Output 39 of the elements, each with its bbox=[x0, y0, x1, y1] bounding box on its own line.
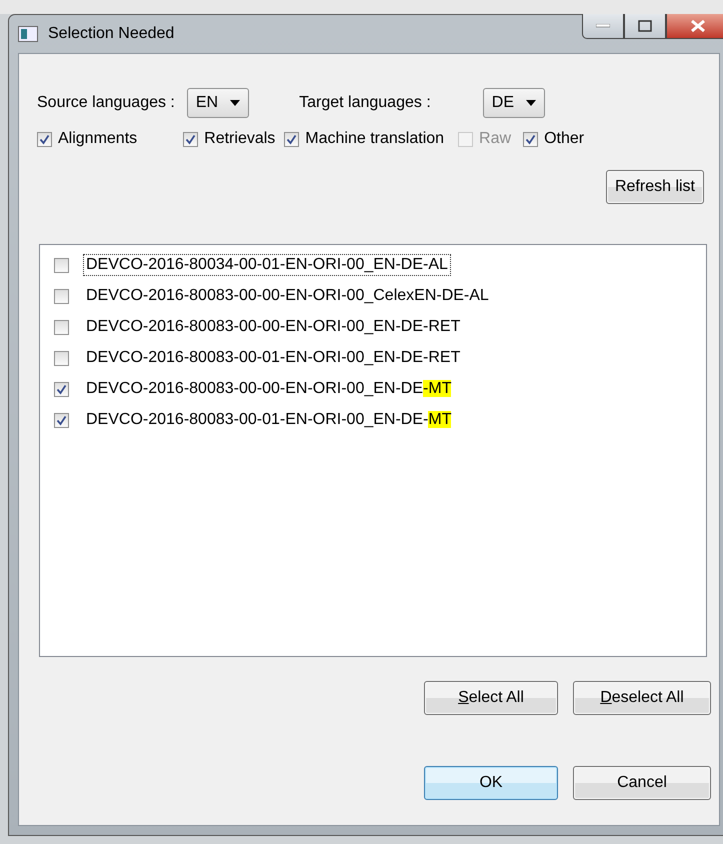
filter-checkbox[interactable]: Other bbox=[523, 130, 584, 148]
file-checkbox[interactable] bbox=[54, 350, 69, 366]
refresh-list-button[interactable]: Refresh list bbox=[606, 170, 704, 204]
check-mark-icon bbox=[39, 134, 50, 144]
maximize-icon bbox=[638, 20, 652, 32]
window-title: Selection Needed bbox=[48, 25, 174, 43]
minimize-icon bbox=[596, 24, 610, 28]
target-languages-label: Target languages : bbox=[299, 94, 431, 112]
file-name[interactable]: DEVCO-2016-80034-00-01-EN-ORI-00_EN-DE-AL bbox=[83, 254, 451, 276]
caret-icon bbox=[526, 100, 536, 106]
file-name[interactable]: DEVCO-2016-80083-00-00-EN-ORI-00_EN-DE-RET bbox=[83, 316, 464, 338]
check-mark-icon bbox=[56, 384, 67, 394]
maximize-button[interactable] bbox=[624, 14, 666, 39]
close-icon bbox=[690, 19, 706, 33]
check-mark-icon bbox=[185, 134, 196, 144]
file-checkbox[interactable] bbox=[54, 288, 69, 304]
file-name[interactable]: DEVCO-2016-80083-00-01-EN-ORI-00_EN-DE-RET bbox=[83, 347, 464, 369]
check-mark-icon bbox=[56, 414, 67, 426]
deselect-all-button[interactable]: Deselect All bbox=[573, 681, 711, 715]
caret-icon bbox=[230, 100, 240, 106]
filter-checkbox[interactable]: Alignments bbox=[37, 130, 138, 148]
file-checkbox[interactable] bbox=[54, 412, 69, 428]
minimize-button[interactable] bbox=[582, 14, 624, 39]
check-mark-icon bbox=[525, 134, 536, 144]
file-checkbox[interactable] bbox=[54, 258, 69, 272]
target-language-dropdown[interactable]: DE bbox=[482, 88, 545, 118]
cancel-button[interactable]: Cancel bbox=[573, 766, 711, 800]
file-name[interactable]: DEVCO-2016-80083-00-00-EN-ORI-00_CelexEN-DE-AL bbox=[83, 285, 492, 307]
source-language-dropdown[interactable]: EN bbox=[186, 88, 250, 118]
file-checkbox[interactable] bbox=[54, 320, 69, 334]
file-checkbox[interactable] bbox=[54, 382, 69, 396]
ok-button[interactable]: OK bbox=[424, 766, 558, 800]
filter-checkbox[interactable]: Retrievals bbox=[183, 130, 276, 148]
app-icon bbox=[18, 26, 38, 42]
source-languages-label: Source languages : bbox=[37, 94, 175, 112]
check-mark-icon bbox=[286, 134, 298, 144]
select-all-button[interactable]: Select All bbox=[424, 681, 558, 715]
close-button[interactable] bbox=[666, 14, 723, 39]
filter-checkbox[interactable]: Machine translation bbox=[284, 130, 444, 148]
